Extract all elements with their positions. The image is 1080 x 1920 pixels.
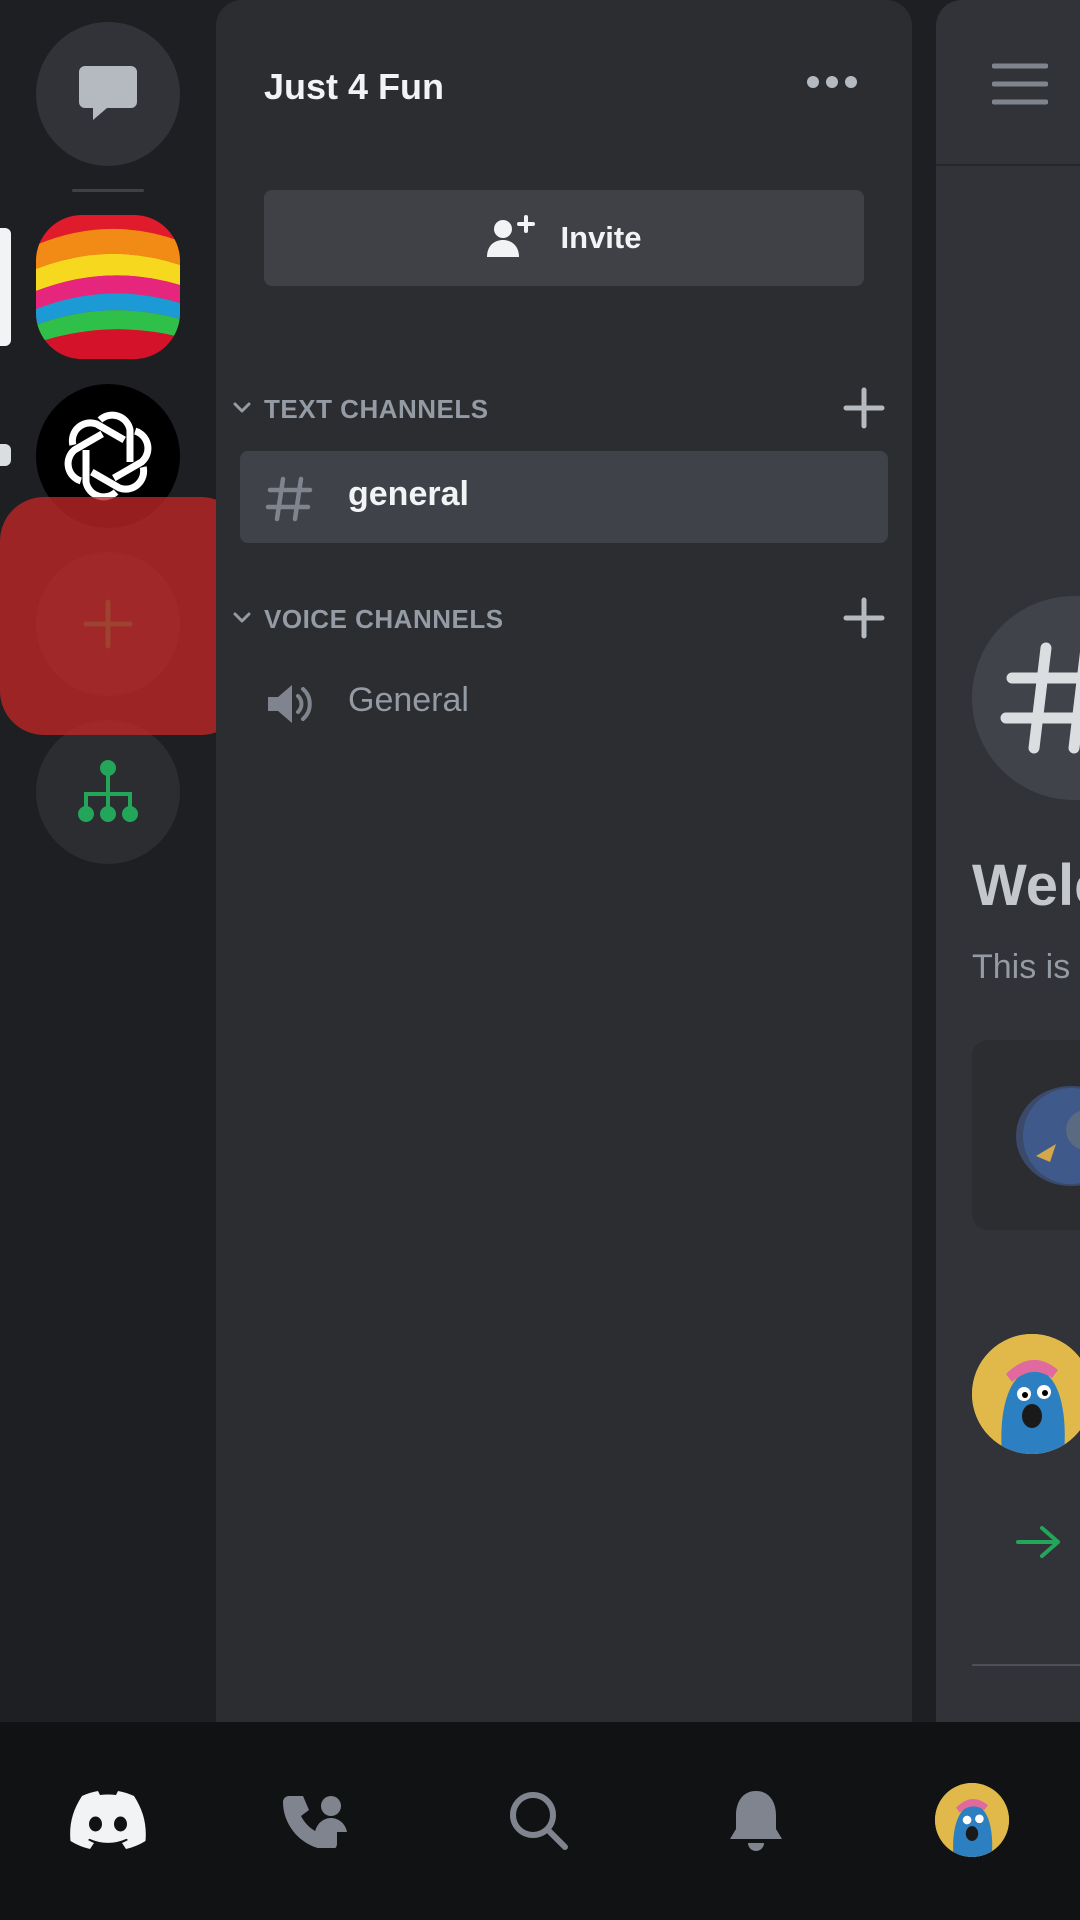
discord-app: Just 4 Fun Invite TEXT CHANNELS general … xyxy=(0,0,1080,1920)
channel-hash-badge xyxy=(972,596,1080,800)
chevron-down-icon xyxy=(233,612,251,623)
openai-logo-icon xyxy=(64,411,152,501)
speaker-icon xyxy=(268,685,312,723)
selected-server-indicator xyxy=(0,228,11,346)
rainbow-server-icon xyxy=(36,215,180,359)
invite-label: Invite xyxy=(560,220,642,255)
voice-channel-general[interactable]: General xyxy=(240,657,888,749)
unread-indicator xyxy=(0,444,11,466)
user-avatar[interactable] xyxy=(972,1334,1080,1454)
hash-icon xyxy=(265,476,313,522)
chat-bubble-icon xyxy=(79,66,137,120)
add-person-icon xyxy=(486,215,535,257)
category-label: VOICE CHANNELS xyxy=(264,604,504,634)
chat-header xyxy=(936,0,1080,166)
discover-button[interactable] xyxy=(36,720,180,864)
server-rainbow-button[interactable] xyxy=(36,215,180,359)
category-text-channels[interactable]: TEXT CHANNELS xyxy=(216,380,912,440)
hamburger-menu-icon[interactable] xyxy=(992,62,1048,106)
bell-icon xyxy=(730,1791,782,1851)
invite-button[interactable]: Invite xyxy=(264,190,864,286)
channel-label: General xyxy=(348,681,469,719)
chat-panel[interactable]: Welc This is xyxy=(936,0,1080,1722)
channel-label: general xyxy=(348,475,469,513)
nav-home[interactable] xyxy=(58,1770,158,1870)
divider xyxy=(972,1664,1080,1666)
arrow-right-icon[interactable] xyxy=(1014,1522,1064,1562)
direct-messages-button[interactable] xyxy=(36,22,180,166)
more-dots-icon xyxy=(807,76,857,88)
nav-notifications[interactable] xyxy=(706,1770,806,1870)
hierarchy-icon xyxy=(78,760,138,822)
chevron-down-icon xyxy=(233,402,251,413)
welcome-subtitle: This is xyxy=(972,948,1071,986)
channel-general[interactable]: general xyxy=(240,451,888,543)
nav-friends[interactable] xyxy=(268,1770,368,1870)
hash-icon xyxy=(1000,642,1080,754)
rail-separator xyxy=(72,189,144,192)
friends-icon xyxy=(283,1796,347,1848)
discord-logo-icon xyxy=(70,1791,146,1849)
welcome-heading: Welc xyxy=(972,853,1080,918)
server-more-button[interactable] xyxy=(796,62,868,102)
add-channel-icon[interactable] xyxy=(840,594,888,642)
nav-search[interactable] xyxy=(488,1770,588,1870)
add-channel-icon[interactable] xyxy=(840,384,888,432)
bottom-navigation xyxy=(0,1722,1080,1920)
category-label: TEXT CHANNELS xyxy=(264,394,489,424)
tap-highlight-overlay xyxy=(0,497,245,735)
channel-panel: Just 4 Fun Invite TEXT CHANNELS general … xyxy=(216,0,912,1722)
profile-avatar xyxy=(935,1783,1009,1857)
blue-creature-avatar-icon xyxy=(972,1334,1080,1454)
category-voice-channels[interactable]: VOICE CHANNELS xyxy=(216,590,912,650)
nav-profile[interactable] xyxy=(922,1770,1022,1870)
server-rail xyxy=(0,0,245,1722)
blue-creature-avatar-icon xyxy=(935,1783,1009,1857)
search-icon xyxy=(510,1792,568,1850)
server-name[interactable]: Just 4 Fun xyxy=(264,66,444,108)
